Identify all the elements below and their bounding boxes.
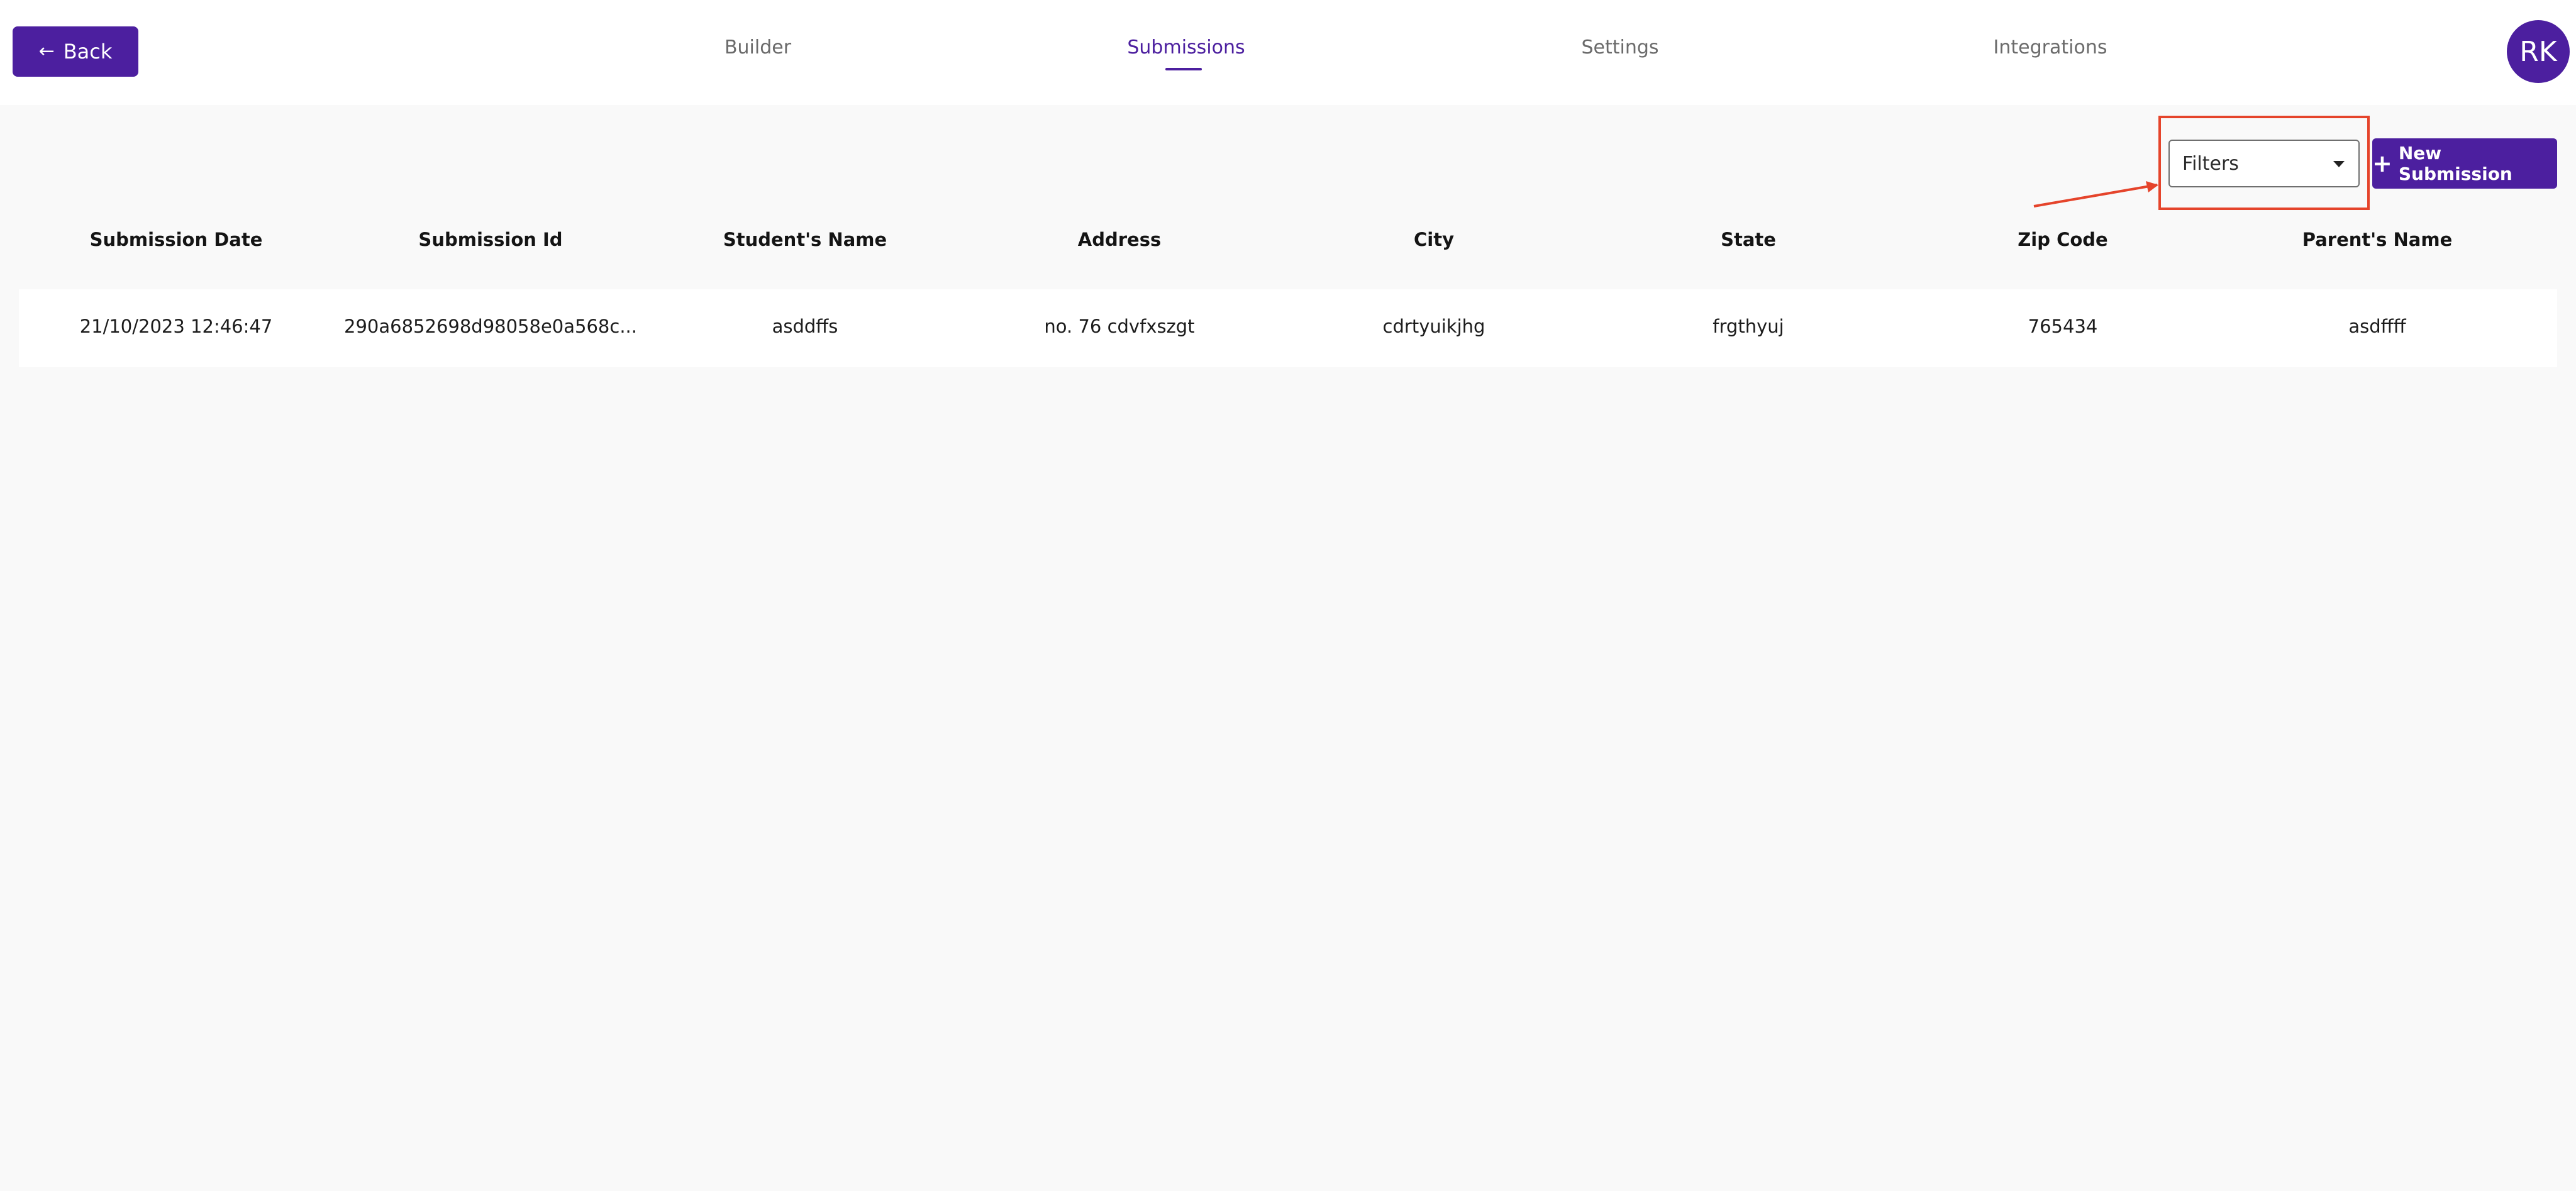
back-button[interactable]: ← Back: [13, 26, 138, 77]
column-header-city[interactable]: City: [1414, 229, 1454, 250]
cell-submission-id: 290a6852698d98058e0a568c...: [344, 316, 637, 337]
arrow-left-icon: ←: [38, 40, 55, 62]
cell-zip-code: 765434: [2028, 316, 2098, 337]
tab-settings[interactable]: Settings: [1581, 36, 1658, 58]
cell-city: cdrtyuikjhg: [1382, 316, 1485, 337]
cell-student-name: asddffs: [772, 316, 838, 337]
new-submission-button[interactable]: + New Submission: [2372, 138, 2557, 189]
new-submission-label: New Submission: [2398, 143, 2512, 184]
tab-integrations[interactable]: Integrations: [1994, 36, 2107, 58]
active-tab-indicator: [1165, 68, 1202, 70]
cell-address: no. 76 cdvfxszgt: [1044, 316, 1195, 337]
column-header-state[interactable]: State: [1721, 229, 1776, 250]
cell-state: frgthyuj: [1713, 316, 1784, 337]
annotation-arrow: [2033, 181, 2158, 208]
column-header-submission-id[interactable]: Submission Id: [418, 229, 562, 250]
column-header-address[interactable]: Address: [1078, 229, 1161, 250]
column-header-zip-code[interactable]: Zip Code: [2018, 229, 2107, 250]
column-header-submission-date[interactable]: Submission Date: [90, 229, 263, 250]
column-header-student-name[interactable]: Student's Name: [723, 229, 887, 250]
cell-parent-name: asdffff: [2348, 316, 2406, 337]
user-avatar[interactable]: RK: [2507, 20, 2570, 83]
plus-icon: +: [2372, 150, 2392, 177]
tab-submissions[interactable]: Submissions: [1127, 36, 1245, 58]
back-button-label: Back: [63, 40, 113, 64]
tab-builder[interactable]: Builder: [724, 36, 791, 58]
top-navigation-bar: ← Back Builder Submissions Settings Inte…: [0, 0, 2576, 105]
column-header-parent-name[interactable]: Parent's Name: [2302, 229, 2453, 250]
cell-submission-date: 21/10/2023 12:46:47: [79, 316, 273, 337]
annotation-highlight-box: [2158, 116, 2370, 210]
